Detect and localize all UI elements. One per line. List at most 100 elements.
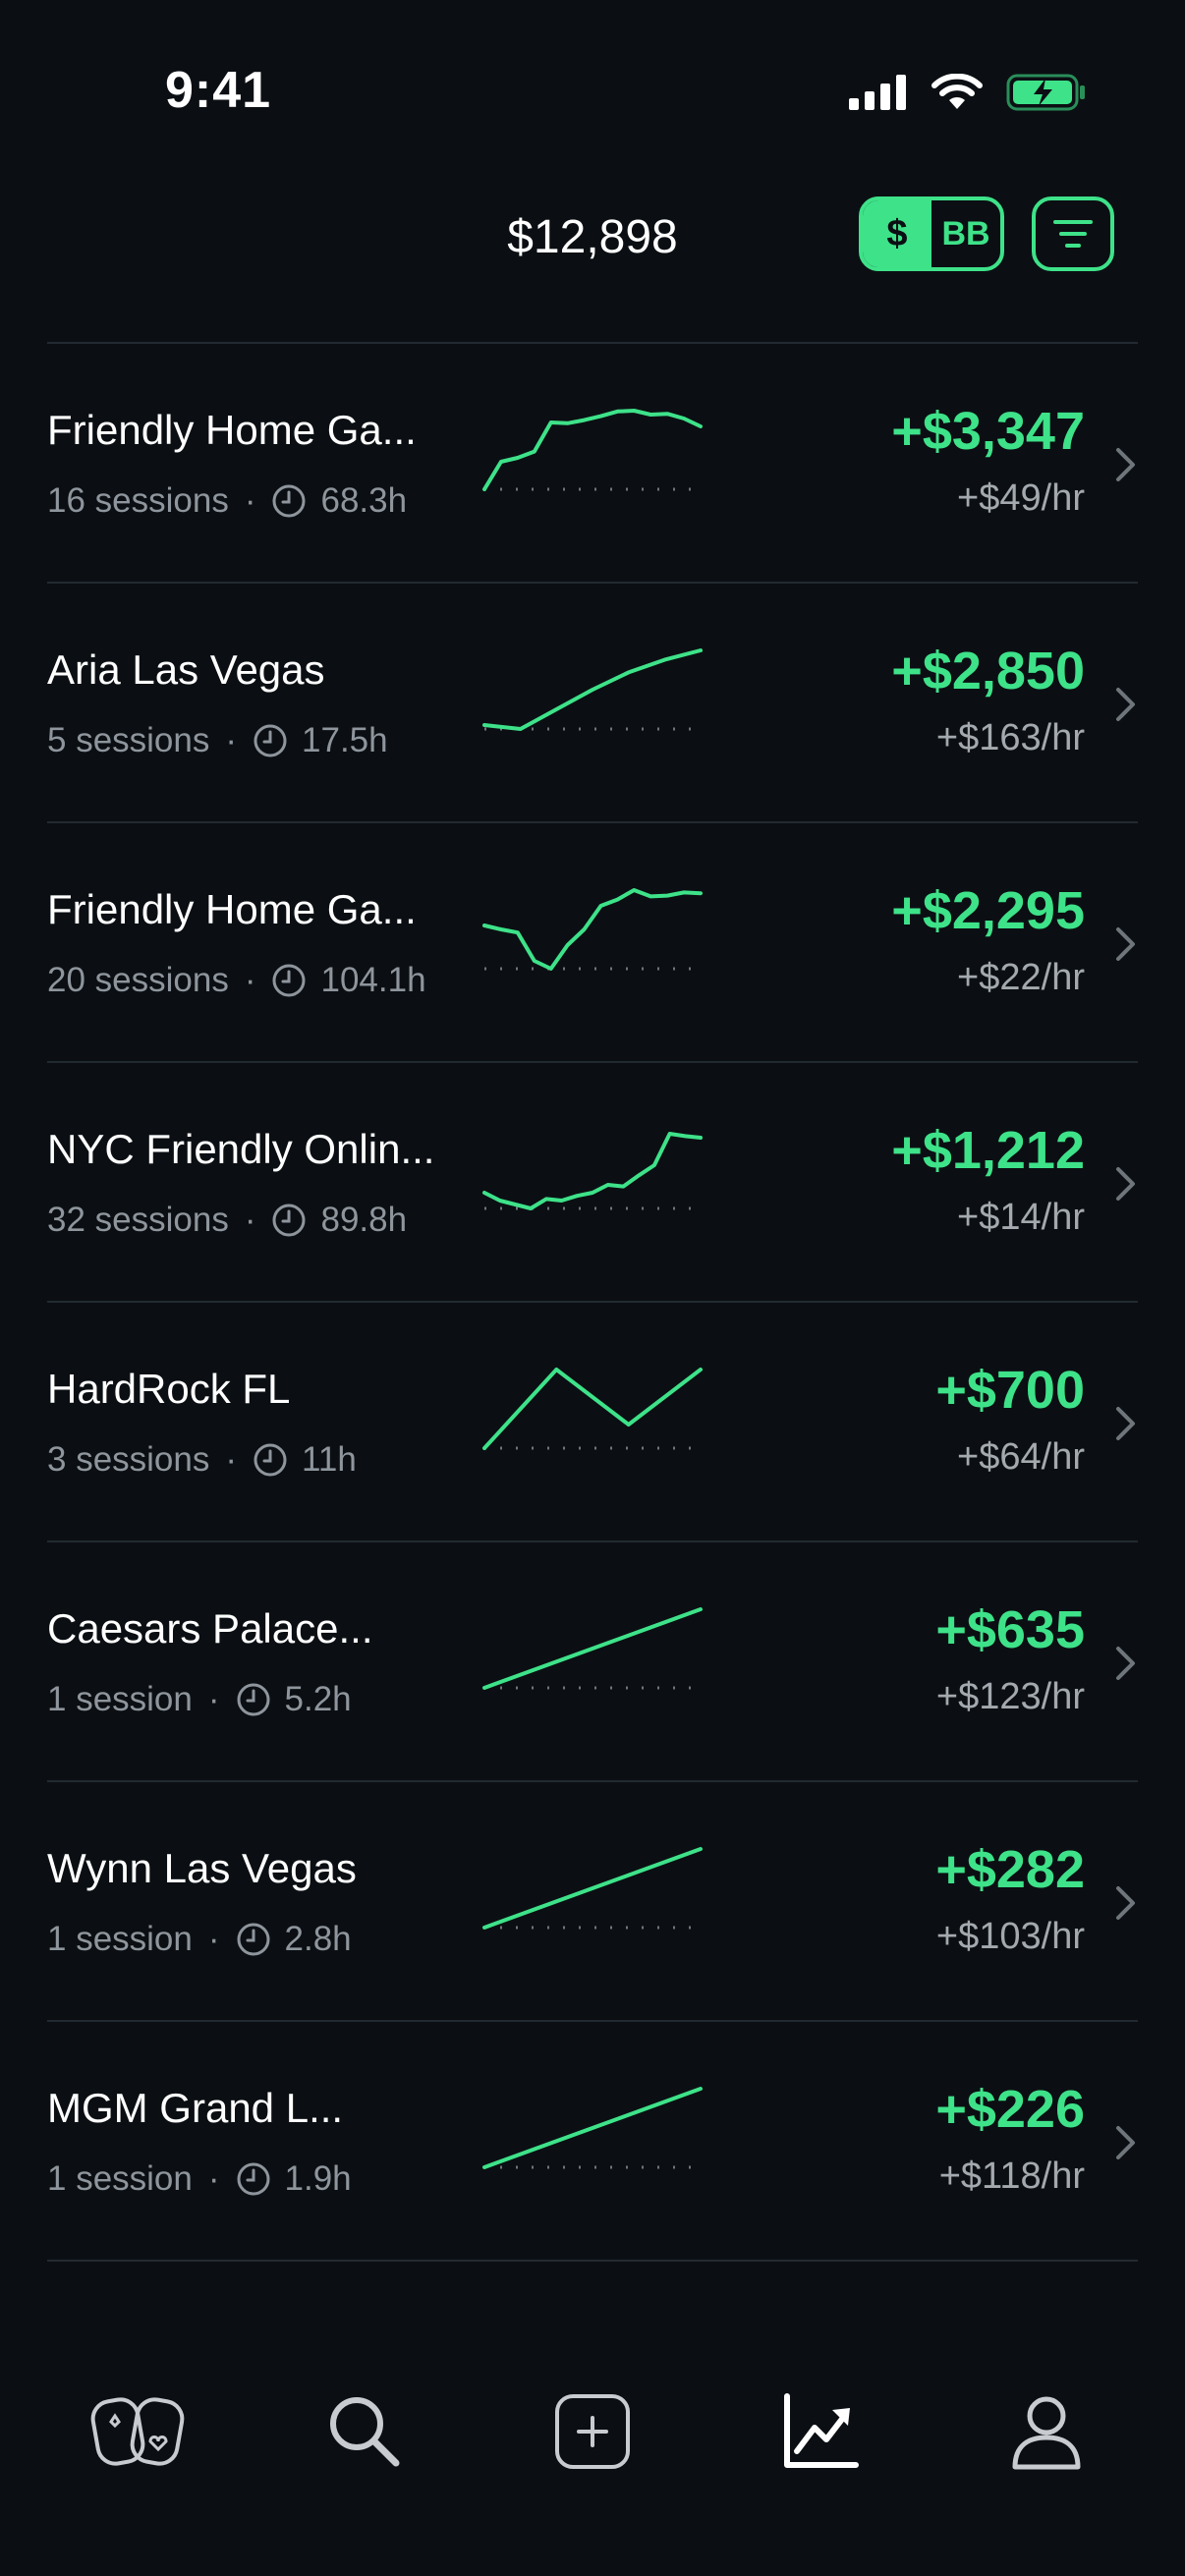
profit-amount: +$635 [935, 1600, 1085, 1659]
list-item-3[interactable]: Friendly Home Ga... 20 sessions · 104.1h… [47, 823, 1138, 1063]
clock-icon [254, 1443, 287, 1477]
hourly-rate: +$14/hr [957, 1197, 1085, 1238]
clock-icon [272, 484, 306, 518]
session-count: 20 sessions [47, 961, 229, 999]
session-count: 3 sessions [47, 1440, 210, 1479]
clock-icon [237, 1923, 270, 1956]
clock-icon [272, 964, 306, 997]
status-icons [849, 73, 1087, 112]
trend-sparkline [482, 1847, 703, 1930]
session-count: 1 session [47, 1680, 193, 1718]
filter-button[interactable] [1032, 196, 1114, 271]
dollar-option[interactable]: $ [863, 200, 931, 267]
clock-icon [237, 2162, 270, 2196]
chevron-right-icon [1116, 927, 1135, 961]
sparkline-series [482, 1368, 703, 1450]
chevron-right-icon [1116, 1167, 1135, 1201]
tab-profile[interactable] [992, 2378, 1100, 2486]
tab-cards[interactable] [85, 2378, 193, 2486]
profit-amount: +$282 [935, 1840, 1085, 1899]
trend-sparkline [482, 888, 703, 971]
add-icon [555, 2394, 630, 2469]
tab-bar [0, 2338, 1185, 2515]
clock-icon [237, 1683, 270, 1716]
clock-icon [272, 1204, 306, 1237]
sparkline-series [482, 888, 703, 971]
session-count: 32 sessions [47, 1201, 229, 1239]
list-item-1[interactable]: Friendly Home Ga... 16 sessions · 68.3h … [47, 344, 1138, 584]
trend-sparkline [482, 2087, 703, 2169]
list-item-4[interactable]: NYC Friendly Onlin... 32 sessions · 89.8… [47, 1063, 1138, 1303]
filter-icon [1053, 220, 1093, 248]
separator-dot: · [244, 961, 256, 999]
chart-icon [784, 2393, 859, 2468]
sparkline-series [482, 409, 703, 491]
session-meta: 16 sessions · 68.3h [47, 481, 407, 521]
session-count: 5 sessions [47, 721, 210, 759]
chevron-right-icon [1116, 688, 1135, 721]
currency-toggle[interactable]: $ BB [859, 196, 1004, 271]
separator-dot: · [244, 1201, 256, 1239]
list-item-6[interactable]: Caesars Palace... 1 session · 5.2h +$635… [47, 1542, 1138, 1782]
tab-add[interactable] [538, 2378, 647, 2486]
signal-icon [849, 75, 906, 110]
cards-icon [90, 2397, 185, 2466]
profit-amount: +$226 [935, 2080, 1085, 2139]
hours-played: 2.8h [284, 1920, 352, 1958]
session-meta: 32 sessions · 89.8h [47, 1201, 407, 1240]
location-name: Friendly Home Ga... [47, 407, 417, 453]
big-blinds-option[interactable]: BB [931, 200, 1000, 267]
hours-played: 5.2h [284, 1680, 352, 1718]
hours-played: 17.5h [302, 721, 388, 759]
location-name: Wynn Las Vegas [47, 1845, 357, 1891]
hourly-rate: +$103/hr [935, 1916, 1085, 1957]
profit-amount: +$700 [935, 1361, 1085, 1420]
hours-played: 1.9h [284, 2159, 352, 2198]
session-count: 1 session [47, 2159, 193, 2198]
hourly-rate: +$123/hr [935, 1676, 1085, 1717]
separator-dot: · [207, 1680, 220, 1718]
chevron-right-icon [1116, 2126, 1135, 2159]
hours-played: 11h [302, 1440, 357, 1479]
trend-sparkline [482, 1607, 703, 1690]
sparkline-series [482, 648, 703, 731]
location-name: MGM Grand L... [47, 2085, 344, 2131]
session-meta: 1 session · 5.2h [47, 1680, 352, 1719]
profile-icon [1012, 2396, 1081, 2470]
hours-played: 68.3h [320, 481, 408, 520]
clock-icon [254, 724, 287, 757]
trend-sparkline [482, 409, 703, 491]
separator-dot: · [207, 2159, 220, 2198]
battery-charging-icon [1006, 74, 1085, 111]
hours-played: 89.8h [320, 1201, 408, 1239]
chevron-right-icon [1116, 1886, 1135, 1920]
tab-stats[interactable] [766, 2378, 875, 2486]
location-name: HardRock FL [47, 1366, 291, 1412]
tab-search[interactable] [310, 2378, 419, 2486]
total-profit: $12,898 [507, 211, 678, 263]
sparkline-series [482, 1847, 703, 1930]
chevron-right-icon [1116, 1647, 1135, 1680]
status-time: 9:41 [165, 62, 272, 119]
list-item-7[interactable]: Wynn Las Vegas 1 session · 2.8h +$282 +$… [47, 1782, 1138, 2022]
profit-amount: +$2,850 [891, 642, 1085, 700]
list-item-2[interactable]: Aria Las Vegas 5 sessions · 17.5h +$2,85… [47, 584, 1138, 823]
trend-sparkline [482, 648, 703, 731]
trend-sparkline [482, 1132, 703, 1210]
session-meta: 5 sessions · 17.5h [47, 721, 388, 760]
sparkline-series [482, 2087, 703, 2169]
trend-sparkline [482, 1368, 703, 1450]
location-list: Friendly Home Ga... 16 sessions · 68.3h … [47, 342, 1138, 2262]
chevron-right-icon [1116, 1407, 1135, 1440]
separator-dot: · [225, 721, 238, 759]
status-bar: 9:41 [0, 0, 1185, 187]
separator-dot: · [207, 1920, 220, 1958]
chevron-right-icon [1116, 448, 1135, 481]
profit-amount: +$2,295 [891, 881, 1085, 940]
list-item-5[interactable]: HardRock FL 3 sessions · 11h +$700 +$64/… [47, 1303, 1138, 1542]
separator-dot: · [244, 481, 256, 520]
hourly-rate: +$163/hr [935, 717, 1085, 758]
list-item-8[interactable]: MGM Grand L... 1 session · 1.9h +$226 +$… [47, 2022, 1138, 2262]
header: $12,898 $ BB [0, 187, 1185, 344]
separator-dot: · [225, 1440, 238, 1479]
